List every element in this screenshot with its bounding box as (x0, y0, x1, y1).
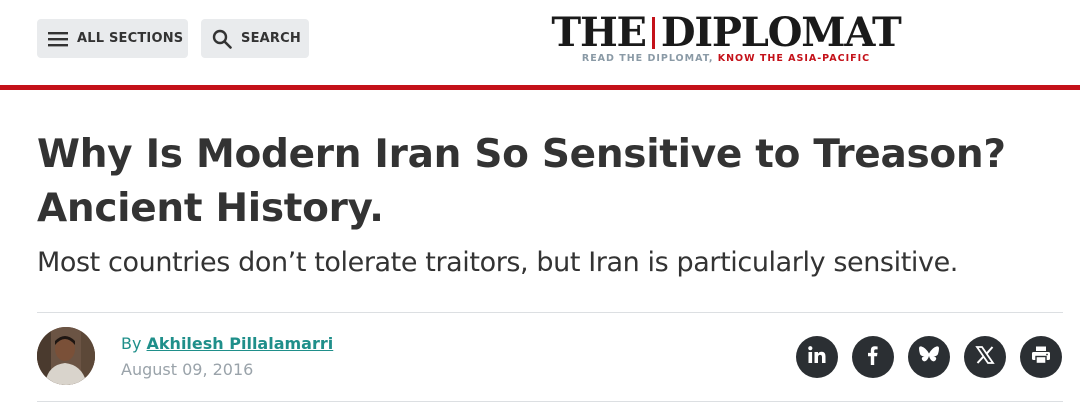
byline-divider-top (37, 312, 1063, 313)
bluesky-icon (918, 345, 940, 369)
linkedin-icon (807, 345, 827, 369)
header-divider (0, 85, 1080, 90)
logo-word-diplomat: DIPLOMAT (660, 9, 902, 56)
share-x-button[interactable] (964, 336, 1006, 378)
article-subhead: Most countries don’t tolerate traitors, … (37, 247, 958, 278)
search-button[interactable]: SEARCH (201, 19, 309, 58)
x-icon (975, 345, 995, 369)
logo-divider (651, 17, 655, 49)
tagline-part2: KNOW THE ASIA-PACIFIC (717, 53, 871, 64)
facebook-icon (863, 345, 883, 369)
site-logo[interactable]: THE DIPLOMAT READ THE DIPLOMAT, KNOW THE … (545, 11, 907, 67)
logo-wordmark: THE DIPLOMAT (545, 11, 907, 55)
publish-date: August 09, 2016 (121, 360, 254, 379)
tagline-part1: READ THE DIPLOMAT, (581, 53, 718, 64)
byline-prefix: By (121, 334, 147, 353)
print-icon (1031, 345, 1051, 369)
author-avatar[interactable] (37, 327, 95, 385)
article-headline: Why Is Modern Iran So Sensitive to Treas… (37, 132, 1006, 231)
search-icon (211, 28, 233, 50)
byline-divider-bottom (37, 401, 1063, 402)
share-linkedin-button[interactable] (796, 336, 838, 378)
print-button[interactable] (1020, 336, 1062, 378)
site-header: ALL SECTIONS SEARCH THE DIPLOMAT READ THE… (0, 0, 1080, 86)
logo-tagline: READ THE DIPLOMAT, KNOW THE ASIA-PACIFIC (545, 53, 907, 64)
logo-word-the: THE (551, 9, 647, 56)
share-facebook-button[interactable] (852, 336, 894, 378)
hamburger-icon (47, 28, 69, 50)
author-byline: By Akhilesh Pillalamarri (121, 333, 333, 355)
all-sections-button[interactable]: ALL SECTIONS (37, 19, 188, 58)
share-bluesky-button[interactable] (908, 336, 950, 378)
all-sections-label: ALL SECTIONS (77, 31, 184, 46)
search-label: SEARCH (241, 31, 301, 46)
author-link[interactable]: Akhilesh Pillalamarri (147, 334, 334, 353)
